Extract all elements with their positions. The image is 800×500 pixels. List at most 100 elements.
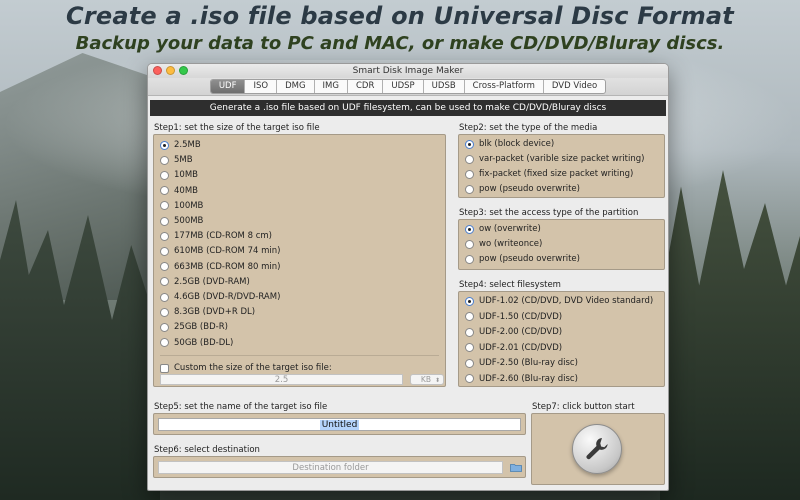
radio-label: UDF-2.50 (Blu-ray disc) [479, 358, 578, 368]
radio-label: 50GB (BD-DL) [174, 337, 234, 348]
tab-udsb[interactable]: UDSB [424, 80, 465, 93]
radio-label: UDF-1.50 (CD/DVD) [479, 311, 563, 322]
tab-img[interactable]: IMG [315, 80, 348, 93]
step1-option-500mb[interactable]: 500MB [160, 214, 203, 228]
tab-dvd-video[interactable]: DVD Video [544, 80, 605, 93]
step1-option-610mb-cd-rom-74-min[interactable]: 610MB (CD-ROM 74 min) [160, 244, 280, 258]
step3-option-pow-pseudo-overwrite[interactable]: pow (pseudo overwrite) [465, 252, 580, 266]
radio-label: pow (pseudo overwrite) [479, 254, 580, 264]
size-unit-select[interactable]: KB ⬍ [410, 374, 444, 385]
tab-cross-platform[interactable]: Cross-Platform [465, 80, 544, 93]
radio-label: 663MB (CD-ROM 80 min) [174, 261, 281, 272]
radio-button[interactable] [465, 374, 474, 383]
radio-label: 5MB [174, 155, 193, 166]
size-unit-value: KB [420, 375, 431, 384]
step1-option-663mb-cd-rom-80-min[interactable]: 663MB (CD-ROM 80 min) [160, 260, 280, 274]
step4-option-udf-2-60-blu-ray-disc[interactable]: UDF-2.60 (Blu-ray disc) [465, 372, 578, 386]
step2-option-pow-pseudo-overwrite[interactable]: pow (pseudo overwrite) [465, 182, 580, 196]
step4-option-udf-2-00-cd-dvd[interactable]: UDF-2.00 (CD/DVD) [465, 325, 562, 339]
step1-option-2-5gb-dvd-ram[interactable]: 2.5GB (DVD-RAM) [160, 275, 250, 289]
step3-option-wo-writeonce[interactable]: wo (writeonce) [465, 237, 542, 251]
radio-button[interactable] [160, 216, 169, 226]
radio-button[interactable] [160, 231, 169, 241]
step4-option-udf-1-50-cd-dvd[interactable]: UDF-1.50 (CD/DVD) [465, 310, 562, 324]
radio-button[interactable] [465, 296, 474, 306]
radio-button[interactable] [465, 312, 474, 321]
radio-button[interactable] [160, 292, 169, 302]
destination-folder-field[interactable]: Destination folder [158, 461, 503, 474]
window-title: Smart Disk Image Maker [352, 66, 464, 76]
step1-option-25gb-bd-r[interactable]: 25GB (BD-R) [160, 320, 228, 334]
radio-button[interactable] [160, 140, 169, 150]
custom-size-input[interactable]: 2.5 [160, 374, 403, 385]
tab-iso[interactable]: ISO [245, 80, 278, 93]
radio-label: fix-packet (fixed size packet writing) [479, 169, 634, 179]
step4-option-udf-2-50-blu-ray-disc[interactable]: UDF-2.50 (Blu-ray disc) [465, 356, 578, 370]
minimize-window-button[interactable] [166, 66, 175, 75]
radio-label: UDF-2.60 (Blu-ray disc) [479, 373, 578, 384]
step6-destination-panel: Destination folder [153, 456, 526, 478]
radio-label: 500MB [174, 216, 204, 226]
step1-option-100mb[interactable]: 100MB [160, 199, 203, 213]
radio-button[interactable] [465, 343, 474, 352]
radio-label: blk (block device) [479, 139, 555, 149]
window-titlebar: Smart Disk Image Maker [148, 64, 668, 78]
radio-button[interactable] [160, 155, 169, 165]
custom-size-row[interactable]: Custom the size of the target iso file: [160, 361, 332, 375]
wrench-icon [586, 438, 608, 460]
radio-button[interactable] [465, 254, 474, 264]
step1-option-40mb[interactable]: 40MB [160, 184, 198, 198]
step1-option-4-6gb-dvd-r-dvd-ram[interactable]: 4.6GB (DVD-R/DVD-RAM) [160, 290, 280, 304]
step1-option-5mb[interactable]: 5MB [160, 153, 193, 167]
radio-button[interactable] [465, 224, 474, 234]
promo-title: Create a .iso file based on Universal Di… [66, 2, 734, 30]
radio-button[interactable] [160, 307, 169, 317]
step4-option-udf-1-02-cd-dvd-dvd-video-standard[interactable]: UDF-1.02 (CD/DVD, DVD Video standard) [465, 294, 653, 308]
radio-button[interactable] [160, 201, 169, 211]
step1-option-50gb-bd-dl[interactable]: 50GB (BD-DL) [160, 336, 233, 350]
radio-button[interactable] [160, 338, 169, 348]
radio-button[interactable] [160, 186, 169, 196]
step4-filesystem-panel: UDF-1.02 (CD/DVD, DVD Video standard) UDF… [458, 291, 665, 387]
radio-button[interactable] [160, 262, 169, 272]
radio-label: wo (writeonce) [479, 239, 543, 249]
radio-button[interactable] [465, 169, 474, 179]
step1-option-10mb[interactable]: 10MB [160, 168, 198, 182]
start-button[interactable] [572, 424, 622, 474]
radio-button[interactable] [160, 322, 169, 332]
radio-button[interactable] [160, 277, 169, 287]
radio-button[interactable] [465, 358, 474, 368]
custom-size-checkbox[interactable] [160, 363, 169, 373]
tab-dmg[interactable]: DMG [277, 80, 315, 93]
close-window-button[interactable] [153, 66, 162, 75]
radio-button[interactable] [465, 327, 474, 337]
zoom-window-button[interactable] [179, 66, 188, 75]
step3-option-ow-overwrite[interactable]: ow (overwrite) [465, 222, 541, 236]
folder-icon[interactable] [510, 463, 522, 472]
step1-option-8-3gb-dvd-r-dl[interactable]: 8.3GB (DVD+R DL) [160, 305, 255, 319]
step1-size-panel: 2.5MB 5MB 10MB 40MB 100MB 500MB 177MB (CD-ROM … [153, 134, 446, 387]
radio-button[interactable] [465, 239, 474, 249]
step4-label: Step4: select filesystem [459, 280, 561, 290]
step2-option-blk-block-device[interactable]: blk (block device) [465, 137, 554, 151]
step2-option-var-packet-varible-size-packet-writing[interactable]: var-packet (varible size packet writing) [465, 152, 644, 166]
step1-option-2-5mb[interactable]: 2.5MB [160, 138, 201, 152]
step2-option-fix-packet-fixed-size-packet-writing[interactable]: fix-packet (fixed size packet writing) [465, 167, 633, 181]
format-toolbar: UDF ISO DMG IMG CDR UDSP UDSB Cross-Platform DVD… [148, 78, 668, 96]
radio-button[interactable] [160, 246, 169, 256]
radio-label: var-packet (varible size packet writing) [479, 154, 645, 164]
mode-description-banner: Generate a .iso file based on UDF filesy… [150, 100, 666, 116]
iso-name-input[interactable]: Untitled [158, 418, 521, 431]
radio-button[interactable] [160, 170, 169, 180]
step1-option-177mb-cd-rom-8-cm[interactable]: 177MB (CD-ROM 8 cm) [160, 229, 272, 243]
iso-name-value: Untitled [319, 420, 360, 430]
radio-button[interactable] [465, 184, 474, 194]
tab-udf[interactable]: UDF [210, 80, 246, 93]
tab-udsp[interactable]: UDSP [383, 80, 424, 93]
radio-button[interactable] [465, 154, 474, 164]
app-window: Smart Disk Image Maker UDF ISO DMG IMG CDR UD… [147, 63, 669, 491]
radio-button[interactable] [465, 139, 474, 149]
tab-cdr[interactable]: CDR [348, 80, 384, 93]
radio-label: ow (overwrite) [479, 224, 541, 234]
step4-option-udf-2-01-cd-dvd[interactable]: UDF-2.01 (CD/DVD) [465, 341, 562, 355]
